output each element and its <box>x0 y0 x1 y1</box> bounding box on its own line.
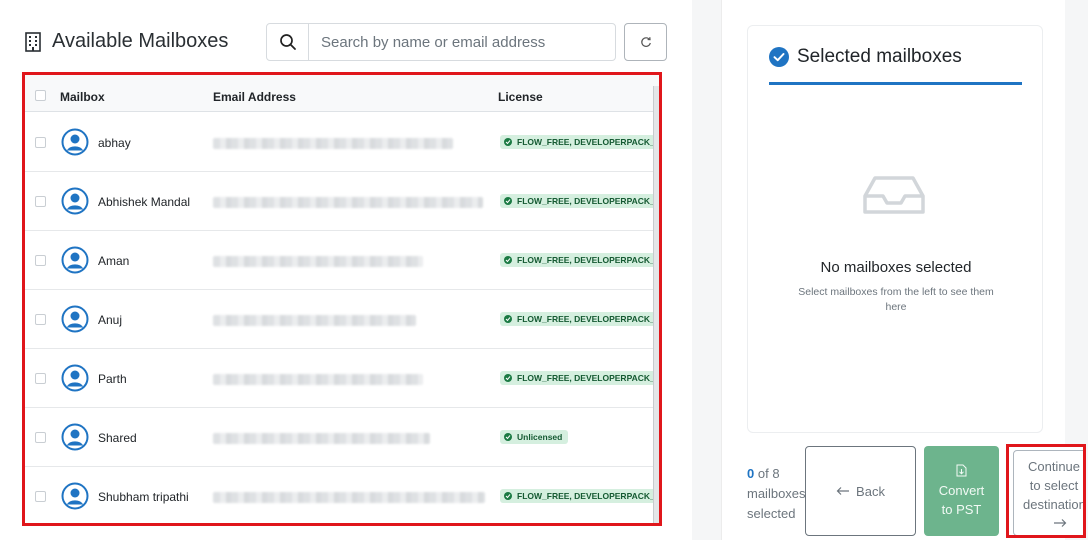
selected-mailboxes-card: Selected mailboxes No mailboxes selected… <box>747 25 1043 433</box>
page-title: Available Mailboxes <box>52 30 229 52</box>
table-row[interactable]: Shubham tripathi FLOW_FREE, DEVELOPERPAC… <box>25 467 659 523</box>
empty-state-subtitle: Select mailboxes from the left to see th… <box>798 286 994 313</box>
license-badge: FLOW_FREE, DEVELOPERPACK_E <box>500 312 657 326</box>
row-checkbox[interactable] <box>35 314 46 325</box>
mailbox-name: Anuj <box>98 313 123 327</box>
row-checkbox[interactable] <box>35 491 46 502</box>
continue-label: Continue to select destination <box>1023 459 1086 512</box>
inbox-icon <box>863 176 925 214</box>
refresh-button[interactable] <box>624 23 667 61</box>
mailbox-name: Parth <box>98 372 127 386</box>
mailbox-name: Aman <box>98 254 130 268</box>
mailbox-table: Mailbox Email Address License abhay FLOW… <box>22 72 662 526</box>
table-row[interactable]: Parth FLOW_FREE, DEVELOPERPACK_E <box>25 349 659 408</box>
check-circle-icon <box>504 256 512 264</box>
email-address-redacted <box>213 138 453 149</box>
check-circle-icon <box>504 315 512 323</box>
check-circle-icon <box>504 138 512 146</box>
refresh-icon <box>640 37 651 47</box>
user-avatar-icon <box>61 364 89 392</box>
table-row[interactable]: abhay FLOW_FREE, DEVELOPERPACK_E <box>25 113 659 172</box>
convert-label: Convert to PST <box>938 482 985 517</box>
mailbox-name: abhay <box>98 136 131 150</box>
empty-state-title: No mailboxes selected <box>820 259 972 276</box>
column-header-mailbox[interactable]: Mailbox <box>60 90 105 104</box>
table-row[interactable]: Aman FLOW_FREE, DEVELOPERPACK_E <box>25 231 659 290</box>
user-avatar-icon <box>61 305 89 333</box>
selection-count: 0 of 8 mailboxes selected <box>747 464 807 524</box>
check-circle-icon <box>504 433 512 441</box>
table-row[interactable]: Anuj FLOW_FREE, DEVELOPERPACK_E <box>25 290 659 349</box>
row-checkbox[interactable] <box>35 432 46 443</box>
email-address-redacted <box>213 433 430 444</box>
selected-header: Selected mailboxes <box>769 46 962 68</box>
panel-title: Available Mailboxes <box>24 30 228 53</box>
building-icon <box>25 31 41 52</box>
continue-button[interactable]: Continue to select destination <box>1006 444 1086 538</box>
arrow-left-icon <box>836 487 850 495</box>
license-badge: Unlicensed <box>500 430 569 444</box>
column-header-email[interactable]: Email Address <box>213 90 296 104</box>
check-circle-icon <box>769 47 789 67</box>
convert-to-pst-button[interactable]: Convert to PST <box>924 446 999 536</box>
mailbox-name: Shubham tripathi <box>98 490 189 504</box>
title-underline <box>769 82 1022 85</box>
check-circle-icon <box>504 374 512 382</box>
user-avatar-icon <box>61 482 89 510</box>
continue-button-inner[interactable]: Continue to select destination <box>1013 450 1086 535</box>
user-avatar-icon <box>61 187 89 215</box>
back-label: Back <box>856 483 885 499</box>
table-row[interactable]: Shared Unlicensed <box>25 408 659 467</box>
mailbox-name: Abhishek Mandal <box>98 195 191 209</box>
license-badge: FLOW_FREE, DEVELOPERPACK_E <box>500 253 657 267</box>
user-avatar-icon <box>61 128 89 156</box>
select-all-checkbox[interactable] <box>35 90 46 101</box>
email-address-redacted <box>213 256 423 267</box>
selected-count: 0 <box>747 466 755 481</box>
email-address-redacted <box>213 315 416 326</box>
license-badge: FLOW_FREE, DEVELOPERPACK_E <box>500 489 657 503</box>
table-header: Mailbox Email Address License <box>25 75 659 112</box>
column-header-license[interactable]: License <box>498 90 543 104</box>
search-icon <box>279 34 296 50</box>
row-checkbox[interactable] <box>35 137 46 148</box>
check-circle-icon <box>504 492 512 500</box>
user-avatar-icon <box>61 423 89 451</box>
email-address-redacted <box>213 197 483 208</box>
search-input[interactable] <box>309 24 615 60</box>
row-checkbox[interactable] <box>35 255 46 266</box>
email-address-redacted <box>213 374 423 385</box>
email-address-redacted <box>213 492 485 503</box>
check-circle-icon <box>504 197 512 205</box>
count-label: mailboxes selected <box>747 486 806 521</box>
back-button[interactable]: Back <box>805 446 916 536</box>
mailbox-name: Shared <box>98 431 137 445</box>
license-badge: FLOW_FREE, DEVELOPERPACK_E <box>500 371 657 385</box>
total-count: of 8 <box>757 466 780 481</box>
search-box[interactable] <box>266 23 616 61</box>
download-file-icon <box>956 464 967 476</box>
available-mailboxes-panel: Available Mailboxes Mailbox Email Addres… <box>0 0 692 540</box>
table-row[interactable]: Abhishek Mandal FLOW_FREE, DEVELOPERPACK… <box>25 172 659 231</box>
row-checkbox[interactable] <box>35 373 46 384</box>
arrow-right-icon <box>1054 519 1067 527</box>
license-badge: FLOW_FREE, DEVELOPERPACK_E <box>500 194 657 208</box>
user-avatar-icon <box>61 246 89 274</box>
row-checkbox[interactable] <box>35 196 46 207</box>
search-icon-button[interactable] <box>267 24 309 60</box>
license-badge: FLOW_FREE, DEVELOPERPACK_E <box>500 135 657 149</box>
table-scrollbar[interactable] <box>653 86 659 523</box>
selected-title: Selected mailboxes <box>797 46 962 67</box>
